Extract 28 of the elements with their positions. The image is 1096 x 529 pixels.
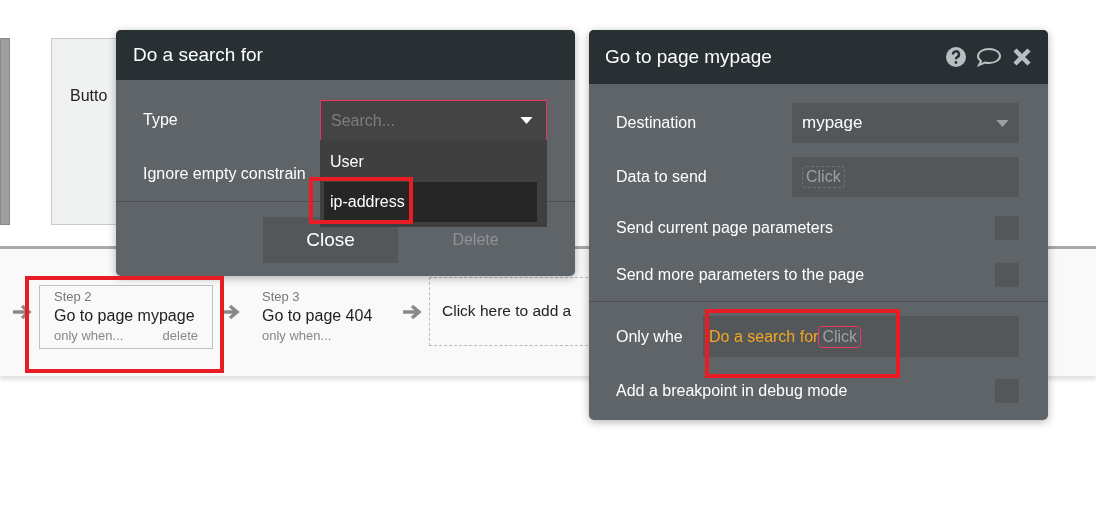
help-icon[interactable]	[946, 47, 966, 67]
popup-title: Go to page mypage	[605, 46, 772, 68]
step-action: Go to page mypage	[54, 307, 196, 325]
workflow-step[interactable]: Step 2 Go to page mypage only when... delete	[39, 285, 213, 349]
dropdown-option[interactable]: ip-address	[324, 182, 537, 222]
comment-icon[interactable]	[976, 47, 1002, 67]
arrow-icon	[402, 304, 422, 320]
arrow-icon	[12, 304, 32, 320]
field-label: Send current page parameters	[616, 218, 833, 237]
caret-icon	[520, 117, 533, 124]
add-action-text: Click here to add a	[442, 302, 572, 319]
caret-icon	[996, 119, 1009, 127]
step-number: Step 2	[54, 289, 93, 304]
field-label: Destination	[616, 114, 697, 132]
field-label: Only whe	[616, 327, 683, 346]
condition-link[interactable]: only when...	[54, 328, 124, 343]
condition-link[interactable]: only when...	[262, 328, 332, 343]
type-dropdown[interactable]: Search...	[320, 100, 547, 140]
dropdown-option[interactable]: User	[324, 142, 537, 182]
field-label: Add a breakpoint in debug mode	[616, 381, 848, 400]
condition-field[interactable]: Do a search for Click	[703, 316, 1019, 357]
step-action: Go to page 404	[262, 307, 374, 325]
workflow-step[interactable]: Step 3 Go to page 404 only when...	[247, 285, 395, 349]
step-number: Step 3	[262, 289, 301, 304]
field-label: Data to send	[616, 168, 707, 186]
element-label: Butto	[70, 87, 108, 104]
close-icon[interactable]	[1012, 47, 1032, 67]
destination-dropdown[interactable]: mypage	[792, 103, 1019, 143]
